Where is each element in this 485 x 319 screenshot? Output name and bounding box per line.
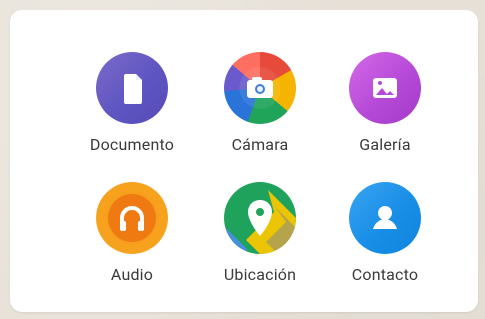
headphones-icon (96, 182, 168, 254)
camera-icon (224, 52, 296, 124)
attachment-grid: Documento Cámara Galería Audio Ubicación… (10, 10, 478, 312)
attach-document-option[interactable]: Documento (67, 52, 197, 172)
attach-location-label: Ubicación (223, 265, 297, 284)
attach-location-option[interactable]: Ubicación (195, 182, 325, 302)
gallery-svg (373, 78, 397, 98)
attach-audio-label: Audio (110, 265, 154, 284)
attach-camera-label: Cámara (231, 135, 289, 154)
attach-contact-option[interactable]: Contacto (320, 182, 450, 302)
attach-document-label: Documento (89, 135, 175, 154)
headphones-inner-circle (108, 194, 156, 242)
headphones-svg (120, 206, 144, 231)
gallery-icon (349, 52, 421, 124)
document-svg (124, 74, 142, 104)
attach-contact-label: Contacto (351, 265, 419, 284)
document-icon (96, 52, 168, 124)
attachment-menu: Documento Cámara Galería Audio Ubicación… (10, 10, 478, 312)
attach-gallery-label: Galería (359, 135, 411, 154)
location-pin-icon (224, 182, 296, 254)
attach-camera-option[interactable]: Cámara (195, 52, 325, 172)
location-svg (224, 190, 296, 254)
attach-audio-option[interactable]: Audio (67, 182, 197, 302)
contact-icon (349, 182, 421, 254)
camera-svg (247, 77, 273, 98)
contact-svg (373, 206, 397, 229)
attach-gallery-option[interactable]: Galería (320, 52, 450, 172)
